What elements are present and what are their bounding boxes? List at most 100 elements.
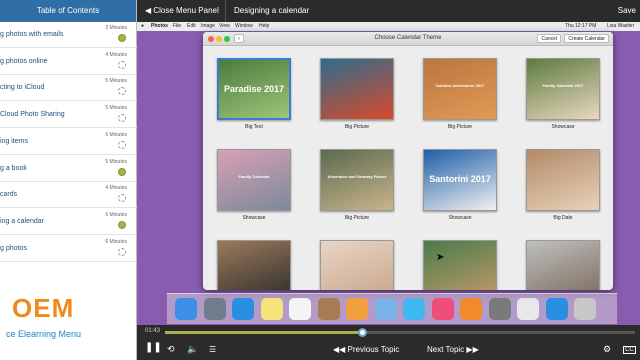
toc-item[interactable]: g photos with emails 3 Minutes [0,22,137,48]
toc-item[interactable]: cards 4 Minutes [0,182,137,209]
calendar-theme-option[interactable]: Santorini 2017 Showcase [423,149,497,222]
menu-file[interactable]: File [173,23,181,29]
itunes-icon[interactable] [431,298,454,320]
textedit-icon[interactable] [517,298,539,320]
toc-item-title: ing a calendar [0,217,44,225]
contacts-icon[interactable] [317,298,340,320]
preview-icon[interactable] [374,298,397,320]
calendar-theme-option[interactable] [320,240,394,290]
finder-icon[interactable] [175,298,197,320]
theme-thumbnail: Paradise 2017 [217,58,291,120]
calendar-theme-option[interactable]: Family Calendar 2017 Showcase [526,58,600,131]
player-controls: 01:43 ❚❚ ⟲ 🔈 ☰ ◀◀ Previous Topic Next To… [137,325,640,360]
progress-knob[interactable] [358,328,368,337]
logo-subtitle: ce Elearning Menu [6,329,82,339]
theme-label: Showcase [448,215,472,221]
previous-topic-button[interactable]: ◀◀ Previous Topic [333,345,399,354]
launchpad-icon[interactable] [203,298,226,320]
theme-thumbnail: Outdoor Adventures 2017 [423,58,497,120]
menubar-clock: Thu 12:17 PM [565,23,597,29]
toc-item-title: g photos with emails [0,31,64,38]
settings-gear-icon[interactable]: ⚙ [603,344,611,355]
theme-label: Showcase [242,215,266,221]
table-of-contents-panel: Table of Contents g photos with emails 3 … [0,0,137,360]
apple-icon[interactable]: ● [141,23,144,29]
toc-item-duration: 5 Minutes [105,211,127,218]
create-calendar-button[interactable]: Create Calendar [564,34,609,43]
notes-icon[interactable] [260,298,283,320]
menu-window[interactable]: Window [235,23,253,29]
transcript-icon[interactable]: ☰ [209,345,216,354]
menu-photos[interactable]: Photos [151,23,168,29]
toc-item-duration: 5 Minutes [105,158,127,165]
close-menu-panel-button[interactable]: ◀ Close Menu Panel [145,0,219,22]
calendar-theme-option[interactable]: Paradise 2017 Big Text [217,58,291,131]
menubar-user[interactable]: Lisa Washin [607,23,634,29]
calendar-theme-option[interactable]: Big Picture [320,58,394,131]
toc-item[interactable]: cting to iCloud 5 Minutes [0,75,137,102]
progress-bar[interactable] [165,328,635,337]
top-bar: ◀ Close Menu Panel Designing a calendar … [137,0,640,22]
logo-text: OEM [12,293,75,323]
volume-icon[interactable]: 🔈 [187,344,198,355]
safari-icon[interactable] [232,298,254,320]
toc-item-title: ing items [0,137,29,145]
calendar-theme-option[interactable]: Adventure and Faraway Places Big Picture [320,149,394,222]
toc-item[interactable]: ing a calendar 5 Minutes [0,209,137,235]
theme-label: Big Picture [447,124,473,130]
menu-view[interactable]: View [219,23,230,29]
calendar-theme-option[interactable]: Big Date [526,149,600,222]
messages-icon[interactable] [403,298,425,320]
theme-label: Big Text [245,124,263,130]
cancel-button[interactable]: Cancel [537,34,561,43]
calendar-theme-option[interactable]: Outdoor Adventures 2017 Big Picture [423,58,497,131]
previous-topic-label: Previous Topic [347,345,400,354]
toc-item[interactable]: g photos online 4 Minutes [0,49,137,75]
save-button[interactable]: Save [618,0,636,22]
closed-captions-button[interactable]: CC [623,346,636,354]
toc-item-duration: 5 Minutes [105,105,127,112]
ibooks-icon[interactable] [460,298,482,320]
next-topic-button[interactable]: Next Topic ▶▶ [427,345,479,354]
next-topic-label: Next Topic [427,345,465,354]
menu-help[interactable]: Help [259,23,269,29]
photos-icon[interactable] [346,298,368,320]
theme-caption: Paradise 2017 [223,84,285,94]
calendar-theme-option[interactable]: Family Calendar Showcase [217,149,291,222]
elapsed-time: 01:43 [145,328,161,334]
toc-item-title: g a book [0,164,27,172]
toc-item[interactable]: ing items 5 Minutes [0,129,137,155]
theme-caption: Family Calendar [238,174,270,179]
completion-status-icon [118,114,126,123]
calendar-theme-option[interactable] [423,240,497,290]
company-logo: OEM ce Elearning Menu [0,283,118,360]
theme-label: Big Date [553,215,573,221]
toc-item[interactable]: g photos 6 Minutes [0,236,137,262]
toc-item-title: g photos online [0,57,48,65]
menu-edit[interactable]: Edit [187,23,196,29]
completion-status-icon [118,220,126,229]
rewind-10-icon[interactable]: ⟲ [167,344,175,355]
toc-item[interactable]: g a book 5 Minutes [0,156,137,182]
completion-status-icon [118,140,126,149]
completion-status-icon [118,247,126,256]
completion-status-icon [118,87,126,96]
theme-thumbnail [320,240,394,290]
toc-item-duration: 6 Minutes [105,238,127,245]
toc-item[interactable]: Cloud Photo Sharing 5 Minutes [0,102,137,129]
calendar-theme-option[interactable] [526,240,600,290]
reminders-icon[interactable] [289,298,311,320]
theme-label: Big Picture [344,124,370,130]
theme-caption: Adventure and Faraway Places [327,174,387,179]
trash-icon[interactable] [574,298,596,320]
app-store-icon[interactable] [545,298,568,320]
pause-icon[interactable]: ❚❚ [145,342,162,353]
theme-caption: Santorini 2017 [429,174,491,184]
system-preferences-icon[interactable] [488,298,511,320]
theme-thumbnail [526,240,600,290]
calendar-theme-option[interactable] [217,240,291,290]
theme-thumbnail [423,240,497,290]
menu-image[interactable]: Image [201,23,215,29]
theme-thumbnail [217,240,291,290]
theme-thumbnail: Family Calendar 2017 [526,58,600,120]
